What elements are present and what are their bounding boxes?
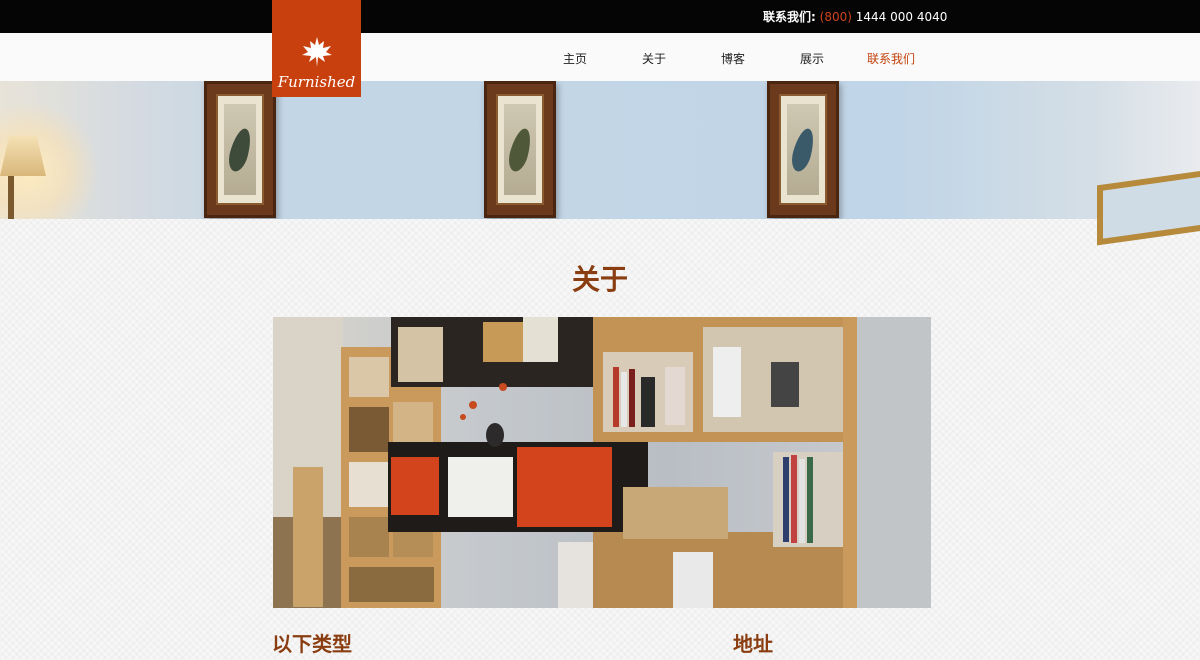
picture-frame-3 — [767, 81, 839, 218]
about-bookshelf-image — [273, 317, 931, 608]
contact-number: 1444 000 4040 — [855, 10, 948, 24]
types-heading: 以下类型 — [272, 632, 352, 656]
picture-frame-1 — [204, 81, 276, 218]
nav-item-blog[interactable]: 博客 — [721, 50, 745, 67]
nav-item-showcase[interactable]: 展示 — [800, 50, 824, 67]
about-title: 关于 — [571, 263, 628, 296]
nav-item-home[interactable]: 主页 — [563, 50, 587, 67]
top-contact-bar — [0, 0, 1200, 33]
nav-item-contact[interactable]: 联系我们 — [867, 50, 915, 67]
nav-item-about[interactable]: 关于 — [642, 50, 666, 67]
contact-area-code: (800) — [819, 10, 852, 24]
lamp-stem — [8, 176, 14, 219]
contact-label: 联系我们: — [763, 10, 816, 24]
logo-text: Furnished — [277, 73, 356, 91]
main-navbar — [0, 33, 1200, 81]
site-logo[interactable]: Furnished — [272, 0, 361, 97]
picture-frame-2 — [484, 81, 556, 218]
hero-banner-image — [0, 81, 1200, 219]
bookshelf-illustration — [273, 317, 931, 608]
maple-leaf-icon — [301, 37, 332, 67]
contact-info: 联系我们: (800) 1444 000 4040 — [763, 8, 947, 25]
address-heading: 地址 — [733, 632, 773, 656]
